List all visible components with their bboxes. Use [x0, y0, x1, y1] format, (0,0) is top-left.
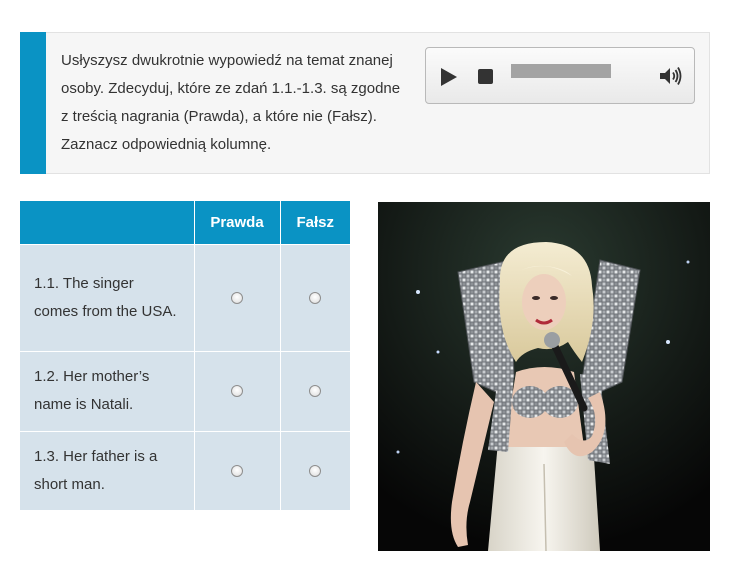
answer-cell-prawda: [194, 430, 281, 510]
radio-1-3-prawda[interactable]: [231, 464, 243, 477]
answer-cell-prawda: [194, 350, 281, 431]
table-row: 1.2. Her mother’s name is Natali.: [20, 350, 350, 431]
stop-icon[interactable]: [478, 69, 493, 84]
question-text: 1.2. Her mother’s name is Natali.: [20, 350, 195, 431]
radio-1-1-prawda[interactable]: [231, 291, 243, 304]
instruction-accent-bar: [20, 32, 46, 174]
radio-1-2-prawda[interactable]: [231, 385, 243, 398]
radio-1-2-falsz[interactable]: [309, 385, 322, 398]
answer-cell-falsz: [280, 350, 350, 431]
question-text: 1.3. Her father is a short man.: [20, 430, 195, 510]
play-icon[interactable]: [441, 68, 457, 86]
header-question: [20, 201, 195, 244]
answer-cell-falsz: [280, 430, 350, 510]
singer-photo: [378, 202, 710, 551]
audio-progress-bar[interactable]: [511, 64, 611, 78]
answer-cell-falsz: [280, 243, 350, 351]
radio-1-1-falsz[interactable]: [309, 291, 322, 304]
table-header-row: Prawda Fałsz: [20, 201, 350, 244]
audio-player: [425, 47, 695, 104]
exercise-page: Usłyszysz dwukrotnie wypowiedź na temat …: [0, 0, 737, 585]
true-false-table: Prawda Fałsz 1.1. The singer comes from …: [20, 201, 350, 510]
singer-illustration: [378, 202, 710, 551]
header-prawda: Prawda: [194, 201, 281, 244]
table-row: 1.1. The singer comes from the USA.: [20, 243, 350, 351]
question-text: 1.1. The singer comes from the USA.: [20, 243, 195, 351]
table-row: 1.3. Her father is a short man.: [20, 430, 350, 510]
header-falsz: Fałsz: [280, 201, 350, 244]
instruction-text: Usłyszysz dwukrotnie wypowiedź na temat …: [61, 52, 401, 153]
radio-1-3-falsz[interactable]: [309, 464, 322, 477]
speaker-icon[interactable]: [658, 64, 682, 88]
answer-cell-prawda: [194, 243, 281, 351]
